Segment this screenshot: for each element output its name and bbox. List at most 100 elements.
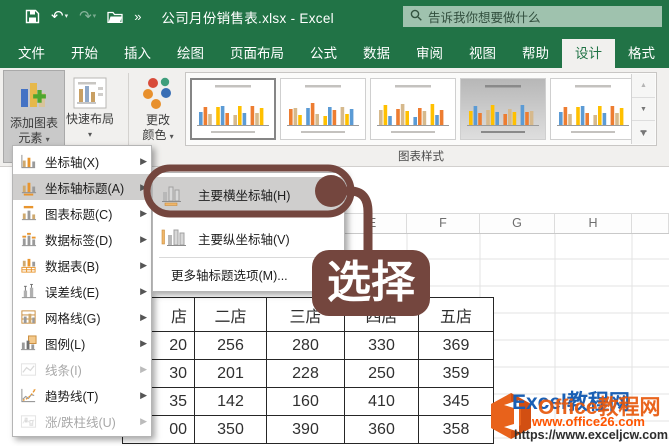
axis-titles-icon	[18, 179, 38, 196]
up-down-bars-icon	[18, 413, 38, 430]
tab-chart-design[interactable]: 设计	[562, 39, 615, 68]
column-header-row: E F G H	[338, 213, 669, 234]
redo-button[interactable]: ↷ ▾	[79, 9, 96, 24]
table-cell[interactable]: 160	[266, 387, 345, 416]
table-header-cell[interactable]: 三店	[266, 297, 345, 332]
dropdown-arrow-icon: ▾	[45, 135, 50, 144]
add-chart-element-label-line1: 添加图表	[9, 116, 58, 130]
menu-item-error-bars[interactable]: 误差线(E) ▶	[13, 278, 151, 304]
data-labels-icon	[18, 231, 38, 248]
change-colors-label-line1: 更改	[145, 113, 170, 127]
submenu-item-primary-horizontal[interactable]: 主要横坐标轴(H)	[153, 177, 344, 211]
submenu-arrow-icon: ▶	[140, 311, 147, 322]
column-header-G[interactable]: G	[480, 214, 555, 233]
column-header-E[interactable]: E	[338, 214, 407, 233]
lines-icon	[18, 361, 38, 378]
add-chart-element-icon	[17, 77, 51, 116]
submenu-arrow-icon: ▶	[140, 259, 147, 270]
tab-review[interactable]: 审阅	[403, 39, 456, 68]
menu-item-axes[interactable]: 坐标轴(X) ▶	[13, 148, 151, 174]
tab-formulas[interactable]: 公式	[297, 39, 350, 68]
gallery-more-button[interactable]: ▬ ▼	[632, 121, 655, 144]
menu-item-data-table[interactable]: 数据表(B) ▶	[13, 252, 151, 278]
column-header-blank	[632, 214, 669, 233]
submenu-arrow-icon: ▶	[140, 415, 147, 426]
table-cell[interactable]: 390	[266, 415, 345, 444]
menu-separator	[159, 257, 338, 258]
tab-insert[interactable]: 插入	[111, 39, 164, 68]
submenu-item-more-axis-title-options[interactable]: 更多轴标题选项(M)...	[153, 261, 344, 287]
tab-page-layout[interactable]: 页面布局	[217, 39, 297, 68]
legend-icon	[18, 334, 38, 352]
tab-home[interactable]: 开始	[58, 39, 111, 68]
table-cell[interactable]: 360	[344, 415, 419, 444]
save-icon[interactable]	[25, 9, 40, 24]
primary-horizontal-axis-title-icon	[159, 182, 189, 206]
menu-item-data-labels[interactable]: 数据标签(D) ▶	[13, 226, 151, 252]
dropdown-arrow-icon: ▾	[169, 132, 174, 141]
column-header-H[interactable]: H	[555, 214, 632, 233]
tab-help[interactable]: 帮助	[509, 39, 562, 68]
table-cell[interactable]: 369	[418, 331, 494, 360]
axis-titles-submenu: 主要横坐标轴(H) 主要纵坐标轴(V) 更多轴标题选项(M)...	[152, 172, 345, 292]
submenu-item-primary-vertical[interactable]: 主要纵坐标轴(V)	[153, 223, 344, 253]
chart-style-3[interactable]	[370, 78, 456, 140]
tab-view[interactable]: 视图	[456, 39, 509, 68]
submenu-arrow-icon: ▶	[140, 337, 147, 348]
qat-more-button[interactable]: »	[134, 10, 141, 23]
table-header-cell[interactable]: 五店	[418, 297, 494, 332]
column-header-F[interactable]: F	[407, 214, 480, 233]
chart-style-1[interactable]	[190, 78, 276, 140]
menu-item-gridlines[interactable]: 网格线(G) ▶	[13, 304, 151, 330]
submenu-arrow-icon: ▶	[140, 155, 147, 166]
menu-item-legend[interactable]: 图例(L) ▶	[13, 330, 151, 356]
error-bars-icon	[18, 283, 38, 300]
table-cell[interactable]: 410	[344, 387, 419, 416]
chart-styles-group-label: 图表样式	[398, 151, 444, 163]
chart-style-5[interactable]	[550, 78, 636, 140]
submenu-arrow-icon: ▶	[140, 389, 147, 400]
table-cell[interactable]: 359	[418, 359, 494, 388]
chart-style-4[interactable]	[460, 78, 546, 140]
table-row: 30 201 228 250 359	[122, 359, 494, 388]
gallery-scroll-up-button[interactable]: ▲	[632, 74, 655, 98]
submenu-arrow-icon: ▶	[140, 363, 147, 374]
table-cell[interactable]: 142	[194, 387, 267, 416]
axes-icon	[18, 153, 38, 170]
quick-access-toolbar: ↶ ▾ ↷ ▾ »	[25, 9, 141, 24]
open-folder-icon[interactable]	[107, 10, 123, 23]
table-cell[interactable]: 280	[266, 331, 345, 360]
menu-item-axis-titles[interactable]: 坐标轴标题(A) ▶	[13, 174, 151, 200]
primary-vertical-axis-title-icon	[159, 226, 189, 250]
gallery-scroll-down-button[interactable]: ▼	[632, 98, 655, 122]
undo-button[interactable]: ↶ ▾	[51, 9, 68, 24]
table-header-cell[interactable]: 四店	[344, 297, 419, 332]
search-icon	[410, 9, 422, 24]
table-cell[interactable]: 345	[418, 387, 494, 416]
tell-me-search-input[interactable]: 告诉我你想要做什么	[403, 6, 662, 27]
data-table-icon	[18, 257, 38, 274]
menu-item-trendline[interactable]: 趋势线(T) ▶	[13, 382, 151, 408]
search-placeholder: 告诉我你想要做什么	[428, 11, 541, 25]
tab-format[interactable]: 格式	[615, 39, 668, 68]
tab-data[interactable]: 数据	[350, 39, 403, 68]
tab-draw[interactable]: 绘图	[164, 39, 217, 68]
tab-file[interactable]: 文件	[5, 39, 58, 68]
chart-style-2[interactable]	[280, 78, 366, 140]
sales-data-table: 店 二店 三店 四店 五店 20 256 280 330 369 30 201 …	[122, 297, 494, 444]
table-cell[interactable]: 358	[418, 415, 494, 444]
chart-title-icon	[18, 205, 38, 222]
submenu-arrow-icon: ▶	[140, 181, 147, 192]
table-cell[interactable]: 201	[194, 359, 267, 388]
menu-item-chart-title[interactable]: 图表标题(C) ▶	[13, 200, 151, 226]
table-cell[interactable]: 256	[194, 331, 267, 360]
submenu-arrow-icon: ▶	[140, 285, 147, 296]
menu-item-up-down-bars[interactable]: 涨/跌柱线(U) ▶	[13, 408, 151, 434]
site-watermark: Excel教程网 Office教程网 www.office26.com http…	[486, 386, 669, 443]
table-cell[interactable]: 250	[344, 359, 419, 388]
table-cell[interactable]: 228	[266, 359, 345, 388]
table-cell[interactable]: 330	[344, 331, 419, 360]
menu-item-lines[interactable]: 线条(I) ▶	[13, 356, 151, 382]
table-cell[interactable]: 350	[194, 415, 267, 444]
table-header-cell[interactable]: 二店	[194, 297, 267, 332]
